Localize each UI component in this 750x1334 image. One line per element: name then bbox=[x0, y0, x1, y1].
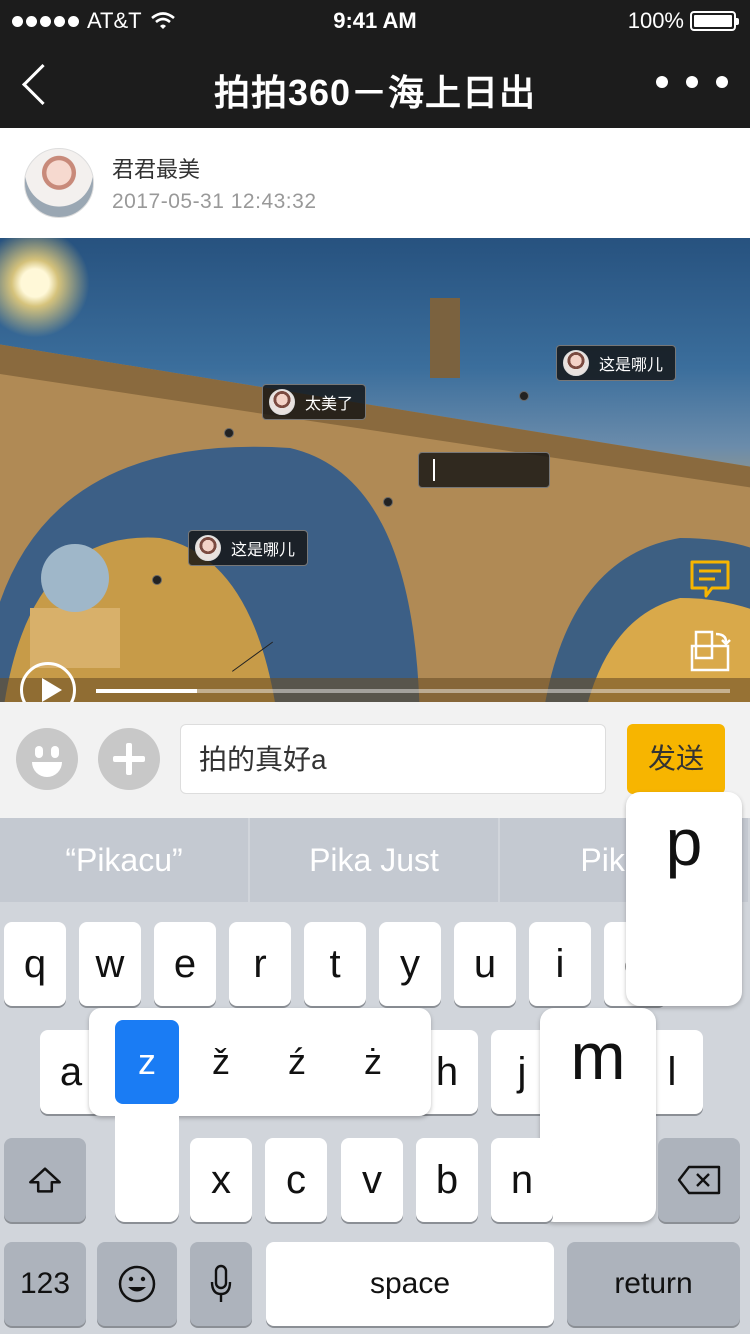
battery-percent: 100% bbox=[627, 8, 684, 33]
add-attachment-button[interactable] bbox=[98, 728, 160, 790]
key-w[interactable]: w bbox=[79, 922, 141, 1006]
key-p-popup[interactable]: p bbox=[626, 792, 742, 1006]
key-z-stem bbox=[115, 1110, 179, 1222]
comment-tag[interactable]: 这是哪儿 bbox=[556, 345, 677, 381]
z-variants-popup: z ž ź ż bbox=[89, 1008, 431, 1116]
key-u[interactable]: u bbox=[454, 922, 516, 1006]
bridge-illustration bbox=[0, 298, 750, 702]
emoji-button[interactable] bbox=[16, 728, 78, 790]
backspace-icon bbox=[677, 1165, 721, 1195]
text-caret bbox=[433, 459, 435, 481]
shift-icon bbox=[29, 1167, 61, 1193]
key-e[interactable]: e bbox=[154, 922, 216, 1006]
avatar[interactable] bbox=[24, 148, 94, 218]
tag-avatar bbox=[269, 389, 295, 415]
top-bar: AT&T 9:41 AM 100% 拍拍360－海上日出 bbox=[0, 0, 750, 128]
new-tag-input[interactable] bbox=[418, 452, 550, 488]
post-header: 君君最美 2017-05-31 12:43:32 bbox=[0, 128, 750, 238]
emoji-key[interactable] bbox=[97, 1242, 177, 1326]
battery-icon bbox=[690, 11, 739, 31]
numbers-key[interactable]: 123 bbox=[4, 1242, 86, 1326]
variant-z[interactable]: z bbox=[115, 1020, 179, 1104]
key-t[interactable]: t bbox=[304, 922, 366, 1006]
tag-anchor[interactable] bbox=[224, 428, 234, 438]
comment-tag[interactable]: 太美了 bbox=[262, 384, 367, 420]
tag-text: 这是哪儿 bbox=[599, 357, 664, 374]
suggestion-item[interactable]: Pika Just bbox=[250, 818, 500, 902]
video-progress-fill bbox=[96, 689, 198, 693]
send-button[interactable]: 发送 bbox=[627, 724, 725, 794]
key-x[interactable]: x bbox=[190, 1138, 252, 1222]
nav-bar: 拍拍360－海上日出 bbox=[0, 40, 750, 128]
return-key[interactable]: return bbox=[567, 1242, 740, 1326]
video-progress-bar[interactable] bbox=[96, 689, 730, 693]
more-menu-icon[interactable] bbox=[656, 76, 728, 88]
tag-anchor[interactable] bbox=[519, 391, 529, 401]
key-p: p bbox=[665, 805, 703, 879]
backspace-key[interactable] bbox=[658, 1138, 740, 1222]
keyboard: “Pikacu” Pika Just Pika J q w e r t y u … bbox=[0, 792, 750, 1334]
shift-key[interactable] bbox=[4, 1138, 86, 1222]
tag-text: 太美了 bbox=[305, 396, 354, 413]
suggestion-item[interactable]: “Pikacu” bbox=[0, 818, 250, 902]
key-v[interactable]: v bbox=[341, 1138, 403, 1222]
dictation-key[interactable] bbox=[190, 1242, 252, 1326]
variant-z-caron[interactable]: ž bbox=[189, 1020, 253, 1104]
tag-avatar bbox=[563, 350, 589, 376]
emoji-icon bbox=[118, 1265, 156, 1303]
space-key[interactable]: space bbox=[266, 1242, 554, 1326]
post-datetime: 2017-05-31 12:43:32 bbox=[112, 190, 317, 213]
comment-bubble-icon[interactable] bbox=[688, 558, 732, 602]
variant-z-dot[interactable]: ż bbox=[341, 1020, 405, 1104]
key-n[interactable]: n bbox=[491, 1138, 553, 1222]
key-i[interactable]: i bbox=[529, 922, 591, 1006]
panorama-photo[interactable]: 太美了 这是哪儿 这是哪儿 bbox=[0, 238, 750, 702]
key-m: m bbox=[570, 1019, 626, 1093]
key-y[interactable]: y bbox=[379, 922, 441, 1006]
comment-input[interactable]: 拍的真好a bbox=[180, 724, 606, 794]
tag-anchor[interactable] bbox=[383, 497, 393, 507]
comment-tag[interactable]: 这是哪儿 bbox=[188, 530, 309, 566]
key-m-popup[interactable]: m bbox=[540, 1008, 656, 1222]
key-b[interactable]: b bbox=[416, 1138, 478, 1222]
key-r[interactable]: r bbox=[229, 922, 291, 1006]
tag-avatar bbox=[195, 535, 221, 561]
tag-text: 这是哪儿 bbox=[231, 542, 296, 559]
page-title: 拍拍360－海上日出 bbox=[213, 72, 537, 113]
key-q[interactable]: q bbox=[4, 922, 66, 1006]
rotate-view-icon[interactable] bbox=[688, 630, 732, 674]
author-name[interactable]: 君君最美 bbox=[112, 152, 200, 184]
microphone-icon bbox=[210, 1264, 232, 1302]
key-c[interactable]: c bbox=[265, 1138, 327, 1222]
tag-anchor[interactable] bbox=[152, 575, 162, 585]
variant-z-acute[interactable]: ź bbox=[265, 1020, 329, 1104]
status-bar: AT&T 9:41 AM 100% bbox=[0, 0, 750, 40]
